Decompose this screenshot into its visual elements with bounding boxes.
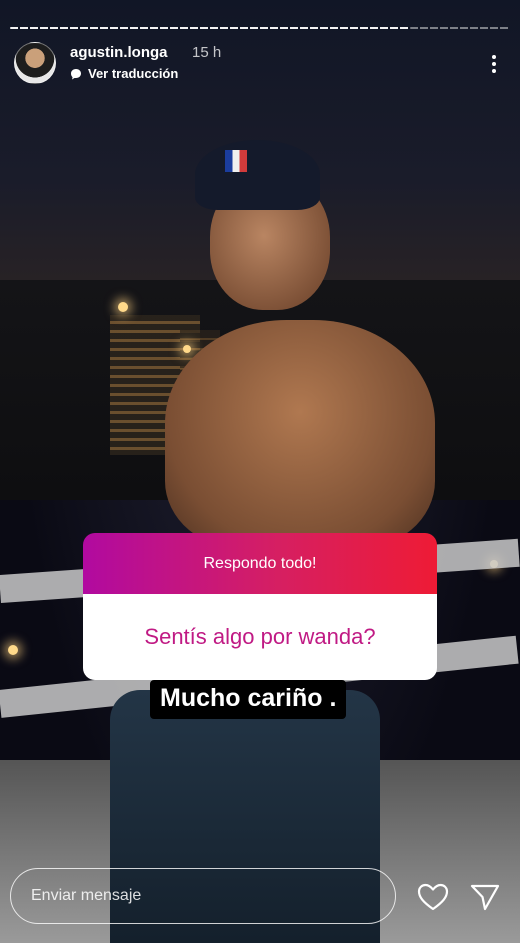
question-sticker-question: Sentís algo por wanda? bbox=[83, 594, 437, 680]
message-placeholder: Enviar mensaje bbox=[31, 887, 142, 904]
more-options-icon[interactable] bbox=[482, 50, 506, 78]
photo-cap-flag bbox=[225, 150, 247, 172]
avatar[interactable] bbox=[14, 42, 56, 84]
story-progress-bar bbox=[10, 27, 510, 30]
answer-text: Mucho cariño . bbox=[150, 680, 347, 719]
story-view[interactable] bbox=[0, 0, 520, 943]
question-sticker-header: Respondo todo! bbox=[83, 533, 437, 594]
paper-plane-icon[interactable] bbox=[469, 882, 501, 912]
photo-person-torso bbox=[165, 320, 435, 550]
story-header: agustin.longa 15 h Ver traducción bbox=[14, 40, 506, 84]
username[interactable]: agustin.longa bbox=[70, 44, 168, 61]
photo-light bbox=[118, 302, 128, 312]
heart-icon[interactable] bbox=[417, 882, 449, 912]
photo-light bbox=[183, 345, 191, 353]
post-time: 15 h bbox=[192, 44, 222, 61]
question-sticker[interactable]: Respondo todo! Sentís algo por wanda? bbox=[83, 533, 437, 680]
translate-label: Ver traducción bbox=[88, 66, 179, 81]
translate-link[interactable]: Ver traducción bbox=[70, 66, 178, 81]
photo-person-cap bbox=[195, 140, 320, 210]
progress-segment-remaining bbox=[410, 27, 510, 29]
message-input[interactable]: Enviar mensaje bbox=[10, 868, 396, 924]
chat-bubble-icon bbox=[71, 68, 81, 79]
photo-light bbox=[8, 645, 18, 655]
progress-segment-viewed bbox=[10, 27, 410, 29]
